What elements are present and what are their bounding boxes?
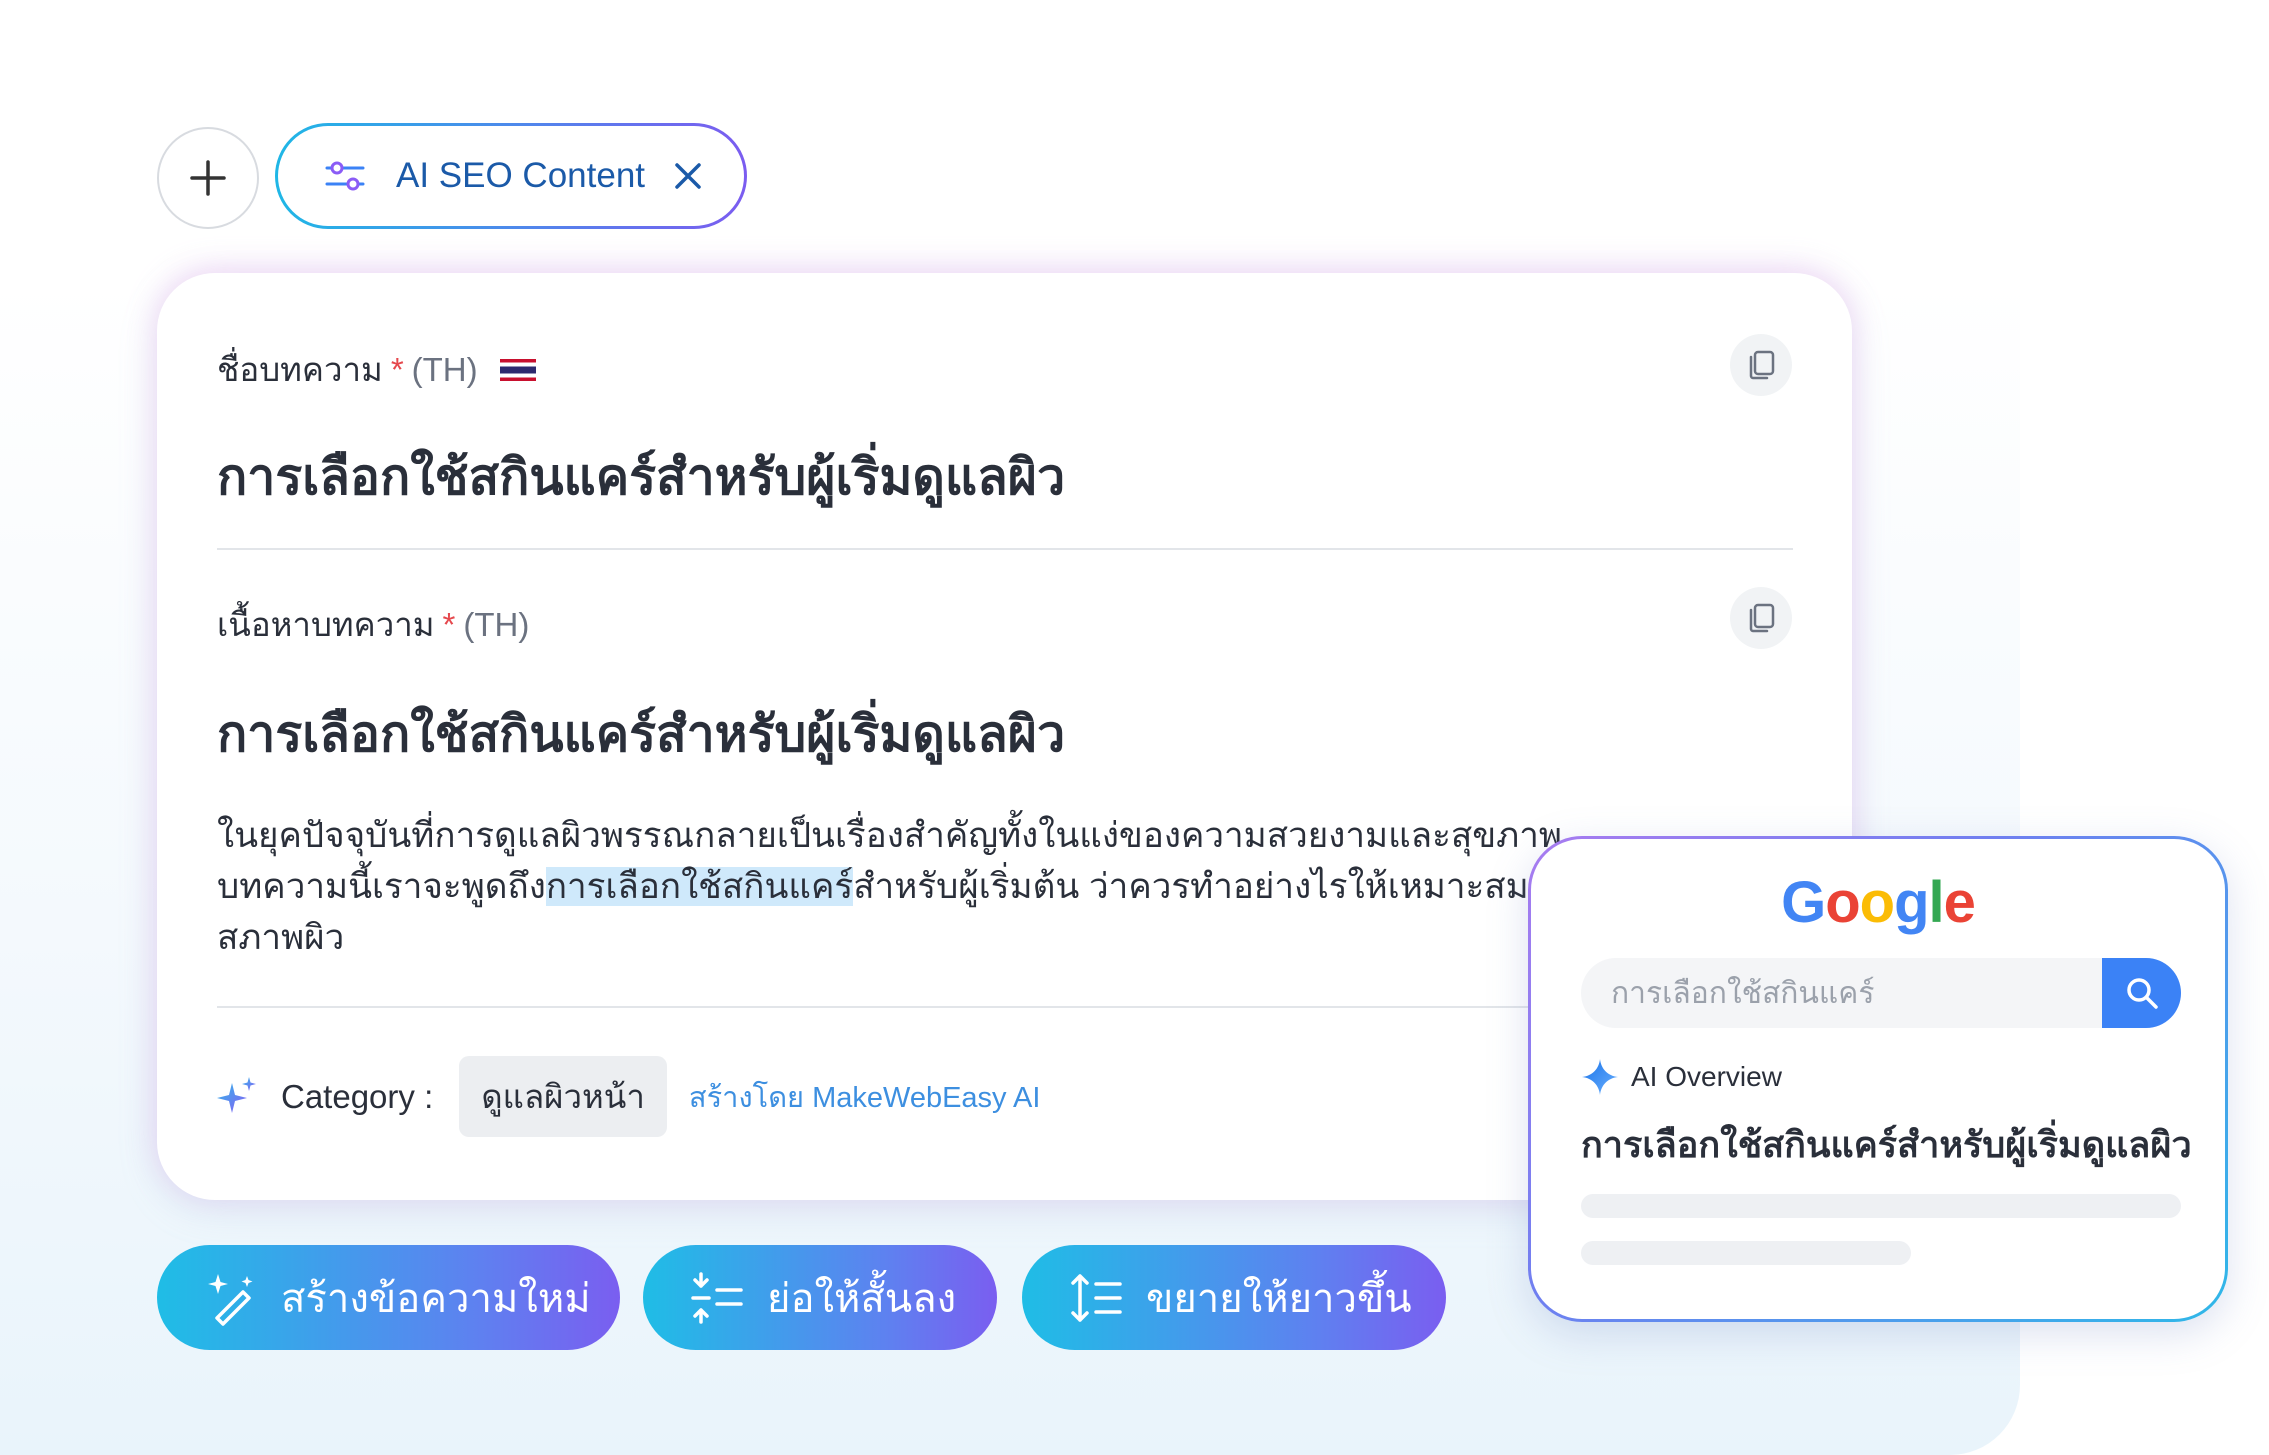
search-button[interactable] bbox=[2102, 958, 2181, 1028]
search-query: การเลือกใช้สกินแคร์ bbox=[1611, 976, 1875, 1010]
google-logo-letter: o bbox=[1859, 870, 1895, 935]
expand-button[interactable]: ขยายให้ยาวขึ้น bbox=[1022, 1245, 1446, 1350]
content-heading[interactable]: การเลือกใช้สกินแคร์สำหรับผู้เริ่มดูแลผิว bbox=[217, 695, 1065, 774]
ai-overview-row: AI Overview bbox=[1581, 1058, 1782, 1096]
category-tag[interactable]: ดูแลผิวหน้า bbox=[459, 1056, 667, 1137]
title-field-label: ชื่อบทความ * (TH) bbox=[217, 343, 536, 396]
close-icon[interactable] bbox=[673, 161, 703, 191]
google-preview-card: Google การเลือกใช้สกินแคร์ AI Overview ก… bbox=[1528, 836, 2228, 1322]
divider bbox=[217, 548, 1793, 550]
shorten-icon bbox=[691, 1271, 743, 1324]
placeholder-line bbox=[1581, 1241, 1911, 1265]
language-code: (TH) bbox=[463, 605, 530, 643]
placeholder-line bbox=[1581, 1194, 2181, 1218]
expand-label: ขยายให้ยาวขึ้น bbox=[1146, 1276, 1412, 1321]
magic-wand-icon bbox=[208, 1273, 253, 1326]
title-label-text: ชื่อบทความ bbox=[217, 351, 383, 388]
divider bbox=[217, 1006, 1587, 1008]
sliders-icon bbox=[325, 161, 365, 191]
add-button[interactable] bbox=[157, 127, 259, 229]
generated-by-label: สร้างโดย MakeWebEasy AI bbox=[688, 1081, 1041, 1114]
shorten-button[interactable]: ย่อให้สั้นลง bbox=[643, 1245, 997, 1350]
content-field-label: เนื้อหาบทความ * (TH) bbox=[217, 598, 529, 651]
regenerate-button[interactable]: สร้างข้อความใหม่ bbox=[157, 1245, 620, 1350]
google-logo: Google bbox=[1531, 869, 2225, 936]
chip-label: AI SEO Content bbox=[396, 156, 646, 195]
google-logo-letter: e bbox=[1943, 870, 1976, 935]
expand-icon bbox=[1071, 1273, 1122, 1322]
shorten-label: ย่อให้สั้นลง bbox=[767, 1276, 957, 1321]
thai-flag-icon bbox=[499, 358, 536, 381]
google-search-bar[interactable]: การเลือกใช้สกินแคร์ bbox=[1581, 958, 2181, 1028]
regenerate-label: สร้างข้อความใหม่ bbox=[281, 1276, 591, 1321]
ai-seo-content-chip[interactable]: AI SEO Content bbox=[275, 123, 747, 229]
content-paragraph[interactable]: ในยุคปัจจุบันที่การดูแลผิวพรรณกลายเป็นเร… bbox=[217, 810, 1637, 963]
content-label-text: เนื้อหาบทความ bbox=[217, 606, 435, 643]
google-logo-letter: g bbox=[1894, 870, 1929, 935]
gemini-sparkle-icon bbox=[1582, 1059, 1618, 1095]
plus-icon bbox=[190, 160, 226, 196]
category-row: Category : ดูแลผิวหน้า สร้างโดย MakeWebE… bbox=[215, 1056, 1040, 1137]
language-code: (TH) bbox=[411, 350, 478, 388]
result-title[interactable]: การเลือกใช้สกินแคร์สำหรับผู้เริ่มดูแลผิว bbox=[1581, 1116, 2192, 1173]
article-title-value[interactable]: การเลือกใช้สกินแคร์สำหรับผู้เริ่มดูแลผิว bbox=[217, 438, 1065, 517]
copy-title-button[interactable] bbox=[1730, 334, 1792, 396]
category-label: Category : bbox=[281, 1077, 434, 1115]
google-logo-letter: l bbox=[1928, 870, 1945, 935]
google-logo-letter: o bbox=[1825, 870, 1860, 935]
required-mark: * bbox=[442, 605, 456, 643]
search-icon bbox=[2126, 978, 2158, 1009]
highlighted-keyword: การเลือกใช้สกินแคร์ bbox=[545, 867, 854, 906]
copy-icon bbox=[1749, 603, 1775, 633]
copy-content-button[interactable] bbox=[1730, 587, 1792, 649]
ai-overview-label: AI Overview bbox=[1631, 1061, 1782, 1092]
required-mark: * bbox=[390, 350, 404, 388]
sparkle-icon bbox=[217, 1076, 256, 1113]
google-logo-letter: G bbox=[1781, 870, 1826, 935]
copy-icon bbox=[1749, 350, 1775, 380]
